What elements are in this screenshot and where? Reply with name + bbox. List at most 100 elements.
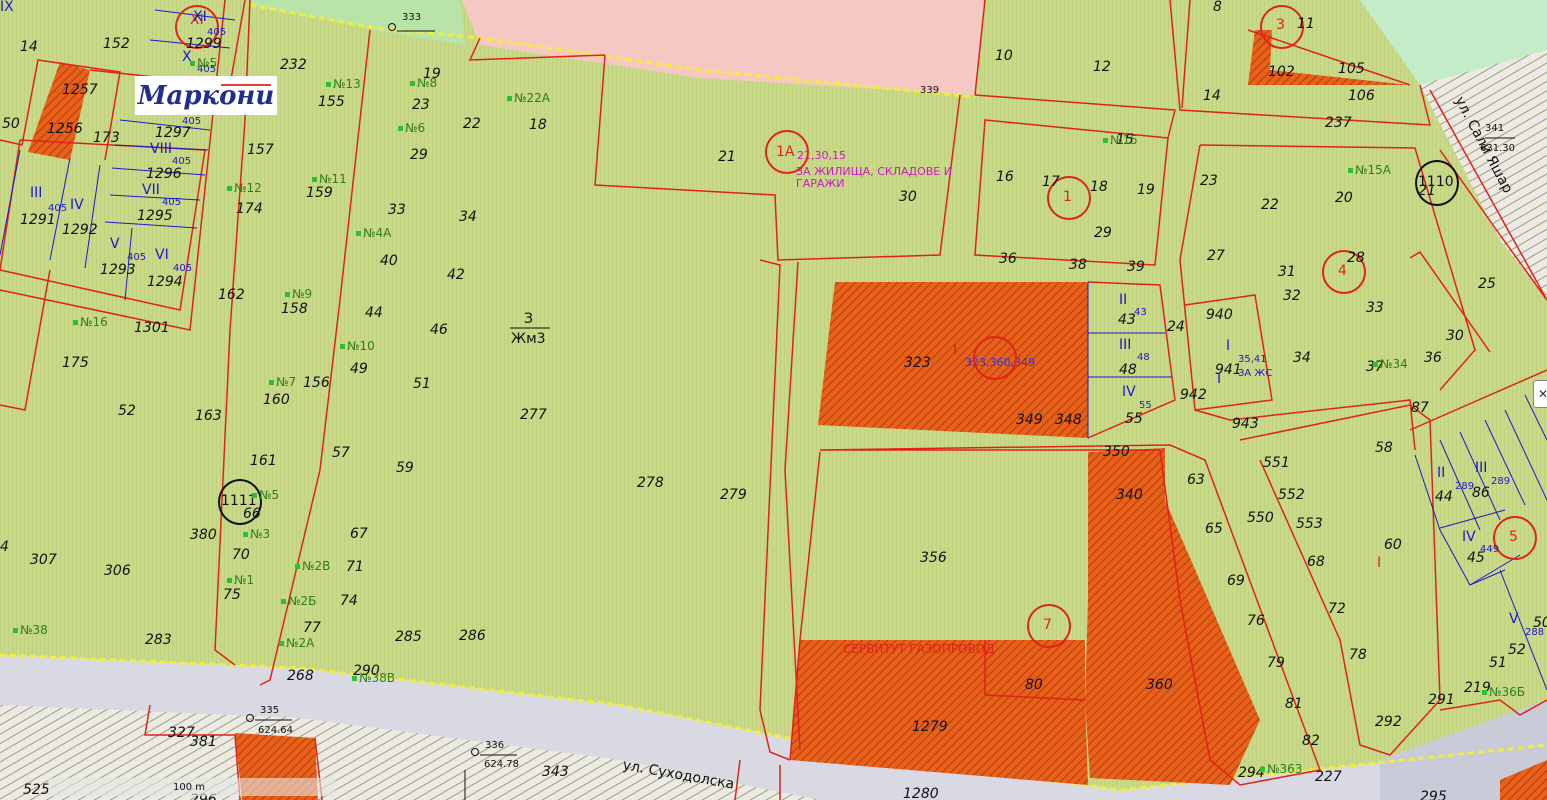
- house-number: №34: [1380, 357, 1408, 371]
- parcel-number: 66: [243, 506, 261, 522]
- parcel-number: 38: [1069, 257, 1087, 273]
- house-number: №6: [405, 121, 426, 135]
- survey-point-label: 341: [1485, 123, 1505, 134]
- parcel-number: 44: [365, 305, 383, 321]
- parcel-number: 52: [118, 403, 136, 419]
- parcel-number: 55: [1125, 411, 1143, 427]
- sub-parcel-number: 405: [127, 252, 147, 263]
- parcel-number: 12: [1093, 59, 1111, 75]
- sub-parcel-label: I: [1217, 371, 1222, 387]
- parcel-number: 106: [1348, 88, 1375, 104]
- survey-point-label: 333: [402, 12, 422, 23]
- parcel-number: 69: [1227, 573, 1245, 589]
- parcel-number: 44: [1435, 489, 1453, 505]
- zone-code: Жм3: [511, 331, 546, 347]
- parcel-number: 349: [1016, 412, 1043, 428]
- sub-parcel-label: V: [110, 236, 120, 252]
- house-number: №4А: [363, 226, 392, 240]
- parcel-number: 29: [410, 147, 428, 163]
- parcel-number: 33: [1366, 300, 1384, 316]
- sub-parcel-number: 48: [1137, 352, 1150, 363]
- parcel-number: 19: [1137, 182, 1155, 198]
- house-marker-icon: [1260, 767, 1265, 772]
- house-number: №2А: [286, 636, 315, 650]
- parcel-number: 1292: [62, 222, 98, 238]
- house-marker-icon: [312, 177, 317, 182]
- parcel-number: 11: [1297, 16, 1315, 32]
- sub-parcel-number: 43: [1134, 307, 1147, 318]
- sub-parcel-label: III: [30, 185, 43, 201]
- parcel-number: 48: [1119, 362, 1137, 378]
- parcel-number: 157: [247, 142, 274, 158]
- parcel-number: 74: [340, 593, 358, 609]
- house-number: №2В: [302, 559, 331, 573]
- parcel-number: 72: [1328, 601, 1346, 617]
- sub-parcel-label: V: [1509, 611, 1519, 627]
- survey-point-label: 631.30: [1480, 143, 1515, 154]
- parcel-number: 25: [1478, 276, 1496, 292]
- parcel-number: 75: [223, 587, 241, 603]
- parcel-number: 46: [430, 322, 448, 338]
- parcel-number: 553: [1296, 516, 1323, 532]
- parcel-number: 23: [412, 97, 430, 113]
- sub-parcel-number: 405: [173, 263, 193, 274]
- block-label: I: [953, 342, 958, 358]
- sub-parcel-number: 405: [182, 116, 202, 127]
- zone-label: З: [524, 311, 533, 327]
- house-number: №22А: [514, 91, 550, 105]
- parcel-number: 60: [1384, 537, 1402, 553]
- parcel-number: 1294: [147, 274, 183, 290]
- parcel-number: 380: [190, 527, 217, 543]
- parcel-number: 232: [280, 57, 307, 73]
- parcel-number: 1293: [100, 262, 136, 278]
- parcel-number: 350: [1103, 444, 1130, 460]
- parcel-number: 8: [1213, 0, 1222, 15]
- parcel-number: 1279: [912, 719, 948, 735]
- cadastral-map[interactable]: Маркони З Жм3 ул. Суходолска ул. Сали Яш…: [0, 0, 1547, 800]
- house-number: №15: [1110, 133, 1138, 147]
- parcel-number: 23: [1200, 173, 1218, 189]
- sub-parcel-number: 405: [207, 27, 227, 38]
- parcel-number: 307: [30, 552, 57, 568]
- parcel-number: 174: [236, 201, 263, 217]
- parcel-number: 158: [281, 301, 308, 317]
- parcel-number: 28: [1347, 250, 1365, 266]
- parcel-number: 82: [1302, 733, 1320, 749]
- house-marker-icon: [356, 231, 361, 236]
- parcel-number: 286: [459, 628, 486, 644]
- house-marker-icon: [252, 493, 257, 498]
- parcel-number: 348: [1055, 412, 1082, 428]
- house-marker-icon: [1103, 138, 1108, 143]
- zoom-toggle-button[interactable]: ✕: [1533, 380, 1547, 408]
- sub-parcel-number: 55: [1139, 400, 1152, 411]
- parcel-number: 291: [1428, 692, 1455, 708]
- house-number: №5: [259, 488, 280, 502]
- sub-parcel-number: 288: [1525, 627, 1545, 638]
- note-d: 35,41: [1238, 354, 1267, 365]
- house-number: №16: [80, 315, 108, 329]
- note-b: ЗА ЖИЛИЩА, СКЛАДОВЕ И: [796, 165, 952, 178]
- parcel-number: 32: [1283, 288, 1301, 304]
- parcel-number: 70: [232, 547, 250, 563]
- house-number: №2Б: [288, 594, 317, 608]
- parcel-number: 34: [1293, 350, 1311, 366]
- house-marker-icon: [269, 380, 274, 385]
- block-label: 5: [1509, 529, 1518, 545]
- parcel-number: 360: [1146, 677, 1173, 693]
- sub-parcel-label: VIII: [150, 141, 172, 157]
- house-marker-icon: [1348, 168, 1353, 173]
- parcel-number: 50: [2, 116, 20, 132]
- note-c: ГАРАЖИ: [796, 177, 845, 190]
- parcel-number: 278: [637, 475, 664, 491]
- parcel-number: 20: [1335, 190, 1353, 206]
- parcel-number: 39: [1127, 259, 1145, 275]
- house-number: №38В: [359, 671, 395, 685]
- parcel-number: 227: [1315, 769, 1342, 785]
- parcel-number: 1257: [62, 82, 98, 98]
- house-marker-icon: [507, 96, 512, 101]
- parcel-number: 268: [287, 668, 314, 684]
- sub-parcel-number: 405: [172, 156, 192, 167]
- house-marker-icon: [340, 344, 345, 349]
- house-marker-icon: [13, 628, 18, 633]
- parcel-number: 285: [395, 629, 422, 645]
